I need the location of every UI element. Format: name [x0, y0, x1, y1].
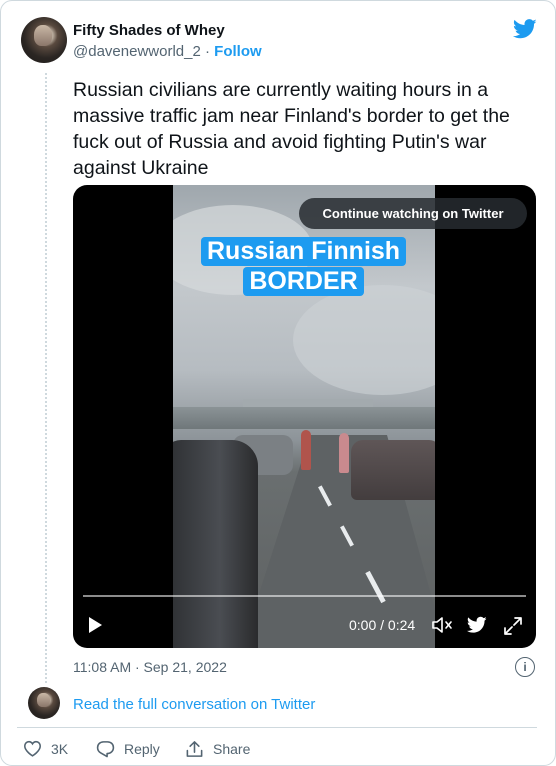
overlay-line-1: Russian Finnish	[201, 237, 407, 266]
thread-line	[45, 73, 47, 683]
divider	[17, 727, 537, 728]
share-button[interactable]: Share	[185, 740, 250, 758]
reply-button[interactable]: Reply	[96, 740, 160, 758]
like-button[interactable]: 3K	[23, 740, 68, 757]
expand-icon[interactable]	[502, 615, 524, 637]
author-handle-row: @davenewworld_2 · Follow	[73, 43, 262, 60]
heart-icon	[23, 740, 42, 757]
continue-watching-button[interactable]: Continue watching on Twitter	[299, 198, 527, 229]
author-avatar[interactable]	[21, 17, 67, 63]
tweet-text: Russian civilians are currently waiting …	[73, 79, 510, 179]
video-player[interactable]: Russian Finnish BORDER Continue watching…	[73, 185, 536, 648]
reader-avatar[interactable]	[28, 687, 60, 719]
video-progress-bar[interactable]	[83, 595, 526, 597]
reply-label: Reply	[124, 741, 160, 757]
share-label: Share	[213, 741, 251, 757]
volume-muted-icon[interactable]	[430, 615, 454, 635]
twitter-bird-icon[interactable]	[513, 18, 537, 40]
overlay-line-2: BORDER	[243, 267, 364, 296]
like-count: 3K	[51, 740, 69, 757]
follow-link[interactable]: Follow	[214, 43, 262, 60]
tweet-timestamp[interactable]: 11:08 AM · Sep 21, 2022	[73, 659, 227, 675]
author-name[interactable]: Fifty Shades of Whey	[73, 22, 225, 39]
twitter-bird-icon[interactable]	[467, 616, 487, 634]
video-overlay-title: Russian Finnish BORDER	[201, 237, 407, 296]
tweet-embed-card: Fifty Shades of Whey @davenewworld_2 · F…	[0, 0, 556, 766]
author-handle[interactable]: @davenewworld_2	[73, 43, 201, 60]
reply-bubble-icon	[96, 741, 115, 758]
read-full-conversation-link[interactable]: Read the full conversation on Twitter	[73, 696, 315, 713]
video-frame: Russian Finnish BORDER	[173, 185, 435, 648]
info-icon[interactable]: i	[515, 657, 535, 677]
play-icon[interactable]	[89, 617, 102, 633]
share-icon	[186, 741, 203, 757]
video-time: 0:00 / 0:24	[349, 617, 416, 633]
separator-dot: ·	[204, 43, 210, 60]
